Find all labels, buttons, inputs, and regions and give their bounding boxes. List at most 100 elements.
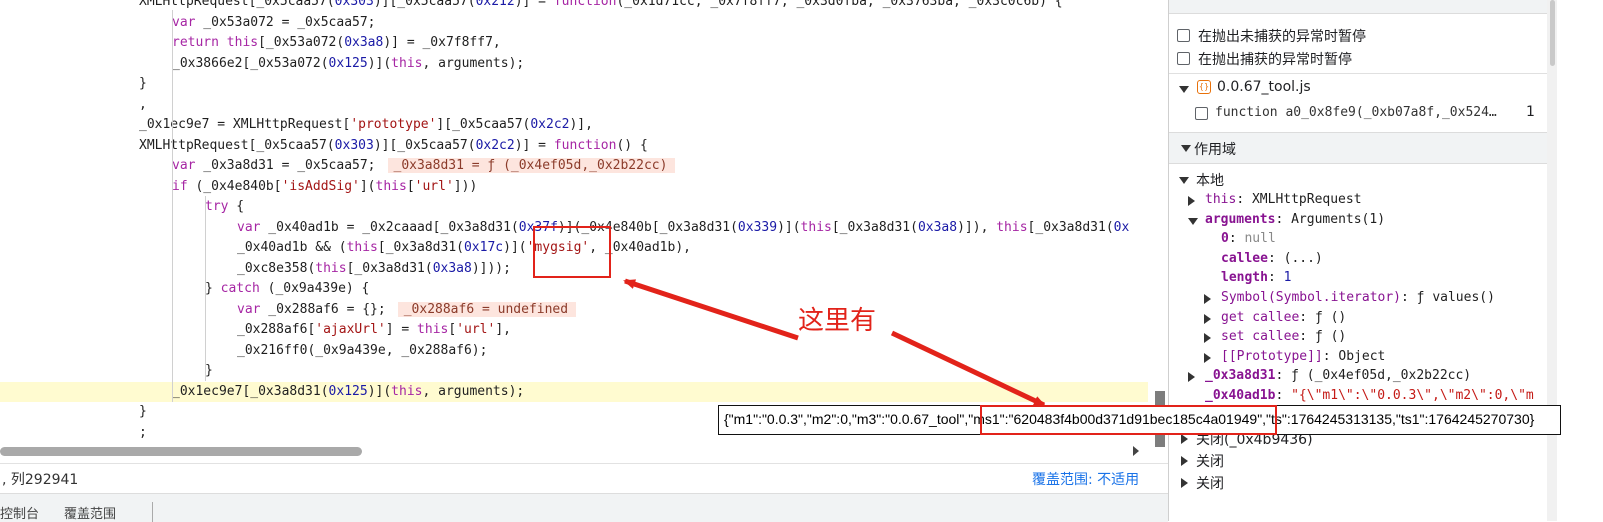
tab-coverage[interactable]: 覆盖范围: [64, 503, 116, 522]
code-token: 0x125: [328, 383, 368, 399]
tooltip-text-after: ,"ts":1764245313135,"ts1":1764245270730}: [1262, 411, 1535, 427]
pause-uncaught-label: 在抛出未捕获的异常时暂停: [1198, 29, 1366, 45]
scope-section-header[interactable]: 作用域: [1169, 132, 1549, 164]
code-line-text: ;: [139, 423, 147, 443]
code-token: [_0x3a8d31(: [831, 219, 918, 235]
mygsig-highlight-box: [533, 226, 611, 278]
scope-separator: :: [1299, 329, 1315, 345]
closure-label: 关闭: [1196, 454, 1224, 470]
code-token: 'ajaxUrl': [315, 322, 386, 337]
code-token: [: [448, 322, 457, 337]
scope-value: (...): [1283, 250, 1323, 266]
scope-key: arguments: [1205, 211, 1276, 227]
code-token: this: [417, 322, 449, 337]
code-token: var: [237, 219, 261, 235]
scope-value: Object: [1338, 348, 1386, 364]
scope-key: length: [1221, 270, 1268, 286]
breakpoint-line-number: 1: [1526, 104, 1535, 120]
code-token: _0x3866e2[_0x53a072(: [172, 55, 329, 71]
code-token: this: [391, 383, 423, 399]
code-line-text: XMLHttpRequest[_0x5caa57(0x303)][_0x5caa…: [139, 136, 648, 156]
code-token: ;: [139, 424, 147, 440]
code-token: _0x288af6[: [237, 322, 316, 337]
tooltip-text-before: {"m1":"0.0.3","m2":0,"m3":"0.0.67_tool",…: [724, 411, 974, 427]
code-token: )]));: [471, 260, 511, 276]
code-token: this: [375, 178, 407, 194]
code-token: 'url': [414, 178, 454, 194]
scope-key: this: [1205, 192, 1237, 207]
scope-separator: :: [1275, 211, 1292, 227]
drawer-tabs: 控制台 覆盖范围: [0, 493, 1168, 522]
pause-caught-checkbox[interactable]: [1177, 52, 1190, 65]
debugger-sidebar: 断点 在抛出未捕获的异常时暂停 在抛出捕获的异常时暂停 {} 0.0.67_to…: [1168, 0, 1603, 521]
sidebar-scrollbar-thumb[interactable]: [1550, 0, 1555, 66]
code-token: return: [172, 35, 219, 50]
ms1-highlight-box: [980, 405, 1277, 435]
code-token: (_0x1d71cc, _0x7f8ff7, _0x3d0fba, _0x376…: [616, 0, 1063, 9]
code-token: _0x1ec9e7[_0x3a8d31(: [172, 383, 329, 399]
scope-separator: :: [1267, 250, 1284, 266]
scroll-right-arrow-icon[interactable]: [1133, 446, 1139, 456]
sidebar-scrollbar-track[interactable]: [1547, 0, 1557, 521]
code-token: 'isAddSig': [281, 178, 360, 194]
scope-variable-text: callee: (...): [1221, 251, 1323, 266]
scope-local-label: 本地: [1196, 173, 1224, 189]
coverage-link[interactable]: 覆盖范围: 不适用: [1032, 469, 1139, 489]
scope-value: 1: [1283, 270, 1292, 286]
code-token: _0x3a8d31 = _0x5caa57;: [195, 158, 376, 173]
code-token: 0x3a8: [432, 260, 472, 276]
code-line-text: }: [139, 74, 147, 94]
breakpoint-checkbox[interactable]: [1195, 107, 1208, 120]
code-token: 0x339: [737, 219, 778, 235]
code-token: [_0x3a8d31(: [346, 260, 433, 276]
scope-value: XMLHttpRequest: [1251, 192, 1362, 207]
tab-divider: [152, 502, 153, 522]
code-line-text: XMLHttpRequest[_0x5caa57(0x303)][_0x5caa…: [139, 0, 1063, 12]
scope-value: "{\"m1\":\"0.0.3\",\"m2\":0,\"m: [1291, 388, 1534, 403]
code-token: this: [226, 35, 259, 50]
code-token: 0x3a8: [344, 35, 384, 50]
code-token: this: [391, 55, 423, 71]
scope-key: get callee: [1221, 309, 1300, 325]
code-token: 0x: [1113, 219, 1130, 235]
chevron-right-icon: [1181, 478, 1188, 488]
chevron-right-icon: [1188, 372, 1195, 383]
code-token: }: [205, 281, 221, 296]
code-token: function: [553, 0, 617, 9]
code-token: ][_0x5caa57(: [436, 117, 531, 132]
breakpoints-section-header[interactable]: 断点: [1169, 0, 1549, 14]
code-line-text: var _0x40ad1b = _0x2caaad[_0x3a8d31(0x37…: [237, 218, 1129, 238]
chevron-down-icon: [1188, 217, 1198, 225]
code-token: )](: [503, 240, 527, 255]
scope-variable-text: _0x3a8d31: ƒ (_0x4ef05d,_0x2b22cc): [1205, 368, 1471, 383]
pause-caught-label: 在抛出捕获的异常时暂停: [1198, 52, 1352, 68]
horizontal-scrollbar[interactable]: [0, 447, 362, 456]
code-line-text: var _0x53a072 = _0x5caa57;: [172, 13, 376, 33]
code-line-text: var _0x3a8d31 = _0x5caa57; _0x3a8d31 = ƒ …: [172, 156, 676, 176]
code-token: 'url': [456, 322, 496, 337]
code-line-text: _0x288af6['ajaxUrl'] = this['url'],: [237, 320, 511, 340]
scope-separator: :: [1267, 270, 1284, 286]
code-line-text: try {: [205, 197, 244, 217]
annotation-label: 这里有: [798, 306, 877, 336]
code-token: 'prototype': [350, 117, 437, 132]
scope-key: _0x40ad1b: [1205, 388, 1276, 403]
tab-console[interactable]: 控制台: [0, 503, 39, 522]
code-token: function: [553, 137, 617, 153]
pause-uncaught-checkbox[interactable]: [1177, 29, 1190, 42]
chevron-right-icon: [1188, 196, 1195, 206]
code-line-text: _0x3866e2[_0x53a072(0x125)](this, argume…: [172, 54, 524, 74]
scope-separator: :: [1228, 231, 1245, 247]
code-token: 0x212: [475, 0, 515, 9]
code-token: )],: [569, 117, 593, 132]
divider: [1169, 73, 1549, 74]
code-token: _0x53a072 = _0x5caa57;: [195, 14, 376, 30]
code-line-text: _0xc8e358(this[_0x3a8d31(0x3a8)]));: [237, 259, 511, 279]
inline-value: _0x288af6 = undefined: [397, 301, 577, 317]
code-line-text: var _0x288af6 = {}; _0x288af6 = undefined: [237, 300, 577, 320]
closure-label: 关闭: [1196, 476, 1224, 492]
scope-value: ƒ (_0x4ef05d,_0x2b22cc): [1291, 368, 1472, 384]
code-token: )] = _0x7f8ff7,: [383, 35, 501, 50]
code-token: 0x17c: [463, 240, 504, 255]
code-token: }: [205, 363, 213, 378]
